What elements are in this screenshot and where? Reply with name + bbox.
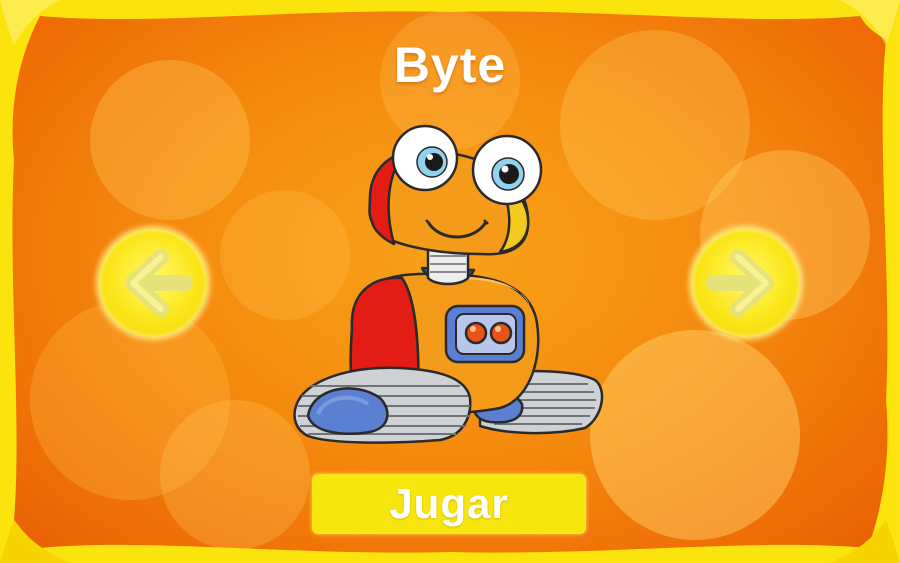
arrow-left-icon — [125, 249, 193, 317]
previous-character-button[interactable] — [99, 229, 207, 337]
bokeh-light — [590, 330, 800, 540]
robot-character — [293, 124, 604, 444]
play-button[interactable]: Jugar — [312, 474, 586, 534]
left-tread — [293, 366, 472, 444]
character-name: Byte — [393, 37, 507, 93]
arrow-right-icon — [706, 249, 774, 317]
character-select-screen: Byte Jugar — [0, 0, 900, 563]
bokeh-light — [160, 400, 310, 550]
play-button-label: Jugar — [389, 480, 509, 527]
next-character-button[interactable] — [692, 229, 800, 337]
